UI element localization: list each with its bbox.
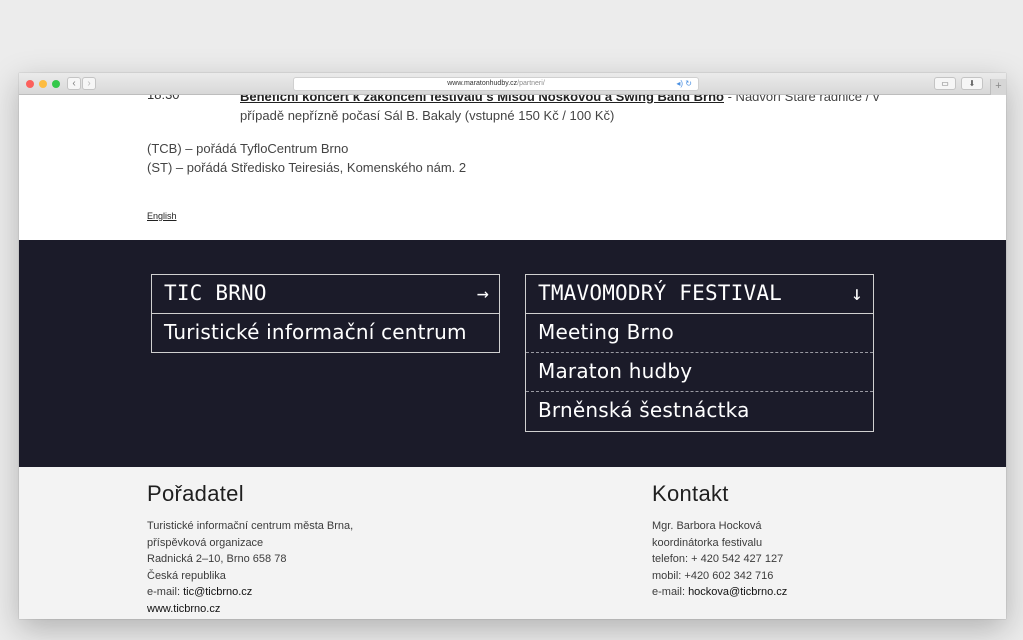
festival-item-maraton-hudby[interactable]: Maraton hudby: [526, 353, 873, 392]
chevron-left-icon: ‹: [72, 78, 76, 89]
chevron-right-icon: ›: [87, 78, 91, 89]
organizer-line: Turistické informační centrum města Brna…: [147, 520, 354, 532]
footer: Pořadatel Turistické informační centrum …: [19, 467, 1006, 619]
organizer-legend: (TCB) – pořádá TyfloCentrum Brno (ST) – …: [147, 139, 466, 177]
speaker-reload-icon[interactable]: ◂) ↻: [676, 78, 692, 90]
zoom-window-icon[interactable]: [52, 80, 60, 88]
email-label: e-mail:: [652, 586, 689, 598]
organizer-web-link[interactable]: www.ticbrno.cz: [147, 603, 220, 615]
language-switch-link[interactable]: English: [147, 211, 177, 221]
url-host: www.maratonhudby.cz: [447, 80, 518, 87]
organizer-line: Česká republika: [147, 569, 226, 582]
organizer-web-line: www.ticbrno.cz: [147, 601, 353, 618]
minimize-window-icon[interactable]: [39, 80, 47, 88]
festival-item-meeting-brno[interactable]: Meeting Brno: [526, 314, 873, 353]
downloads-button[interactable]: ⬇: [961, 77, 983, 90]
contact-line: mobil: +420 602 342 716: [652, 569, 774, 582]
tic-brno-link[interactable]: TIC BRNO →: [152, 275, 499, 314]
organizer-line: příspěvková organizace: [147, 536, 264, 549]
address-bar[interactable]: www.maratonhudby.cz/partneri/ ◂) ↻: [293, 77, 699, 91]
contact-line: telefon: + 420 542 427 127: [652, 553, 784, 565]
festival-title: TMAVOMODRÝ FESTIVAL: [538, 281, 783, 305]
tic-brno-title: TIC BRNO: [164, 281, 267, 305]
url-path: /partneri/: [517, 80, 545, 87]
forward-button[interactable]: ›: [82, 77, 96, 90]
share-icon: ▭: [941, 79, 949, 88]
legend-item: (ST) – pořádá Středisko Teiresiás, Komen…: [147, 160, 467, 175]
close-window-icon[interactable]: [26, 80, 34, 88]
festival-toggle[interactable]: TMAVOMODRÝ FESTIVAL ↓: [526, 275, 873, 314]
back-button[interactable]: ‹: [67, 77, 81, 90]
browser-window: 18:30 Benefiční koncert k zakončení fest…: [19, 73, 1006, 619]
contact-heading: Kontakt: [652, 481, 729, 506]
arrow-down-icon: ↓: [850, 281, 863, 305]
email-label: e-mail:: [147, 586, 184, 598]
partners-band: TIC BRNO → Turistické informační centrum…: [19, 240, 1006, 467]
festival-box: TMAVOMODRÝ FESTIVAL ↓ Meeting Brno Marat…: [525, 274, 874, 432]
contact-column: Kontakt Mgr. Barbora Hocková koordinátor…: [652, 481, 787, 601]
page-content: 18:30 Benefiční koncert k zakončení fest…: [19, 73, 1006, 619]
organizer-line: Radnická 2–10, Brno 658 78: [147, 553, 287, 565]
contact-line: koordinátorka festivalu: [652, 536, 763, 549]
tic-brno-box: TIC BRNO → Turistické informační centrum: [151, 274, 500, 353]
contact-email-link[interactable]: hockova@ticbrno.cz: [688, 586, 787, 598]
browser-toolbar: ‹ › www.maratonhudby.cz/partneri/ ◂) ↻ ▭…: [19, 73, 1006, 95]
organizer-email-line: e-mail: tic@ticbrno.cz: [147, 584, 353, 601]
festival-item-brnenska-sestnactka[interactable]: Brněnská šestnáctka: [526, 392, 873, 431]
organizer-heading: Pořadatel: [147, 481, 244, 506]
tic-brno-subtitle[interactable]: Turistické informační centrum: [152, 314, 499, 353]
contact-email-line: e-mail: hockova@ticbrno.cz: [652, 584, 787, 601]
download-icon: ⬇: [968, 79, 976, 88]
new-tab-button[interactable]: +: [990, 79, 1006, 95]
arrow-right-icon: →: [476, 281, 489, 305]
legend-item: (TCB) – pořádá TyfloCentrum Brno: [147, 141, 349, 156]
organizer-email-link[interactable]: tic@ticbrno.cz: [183, 586, 252, 598]
contact-line: Mgr. Barbora Hocková: [652, 520, 762, 532]
organizer-column: Pořadatel Turistické informační centrum …: [147, 481, 353, 617]
share-button[interactable]: ▭: [934, 77, 956, 90]
